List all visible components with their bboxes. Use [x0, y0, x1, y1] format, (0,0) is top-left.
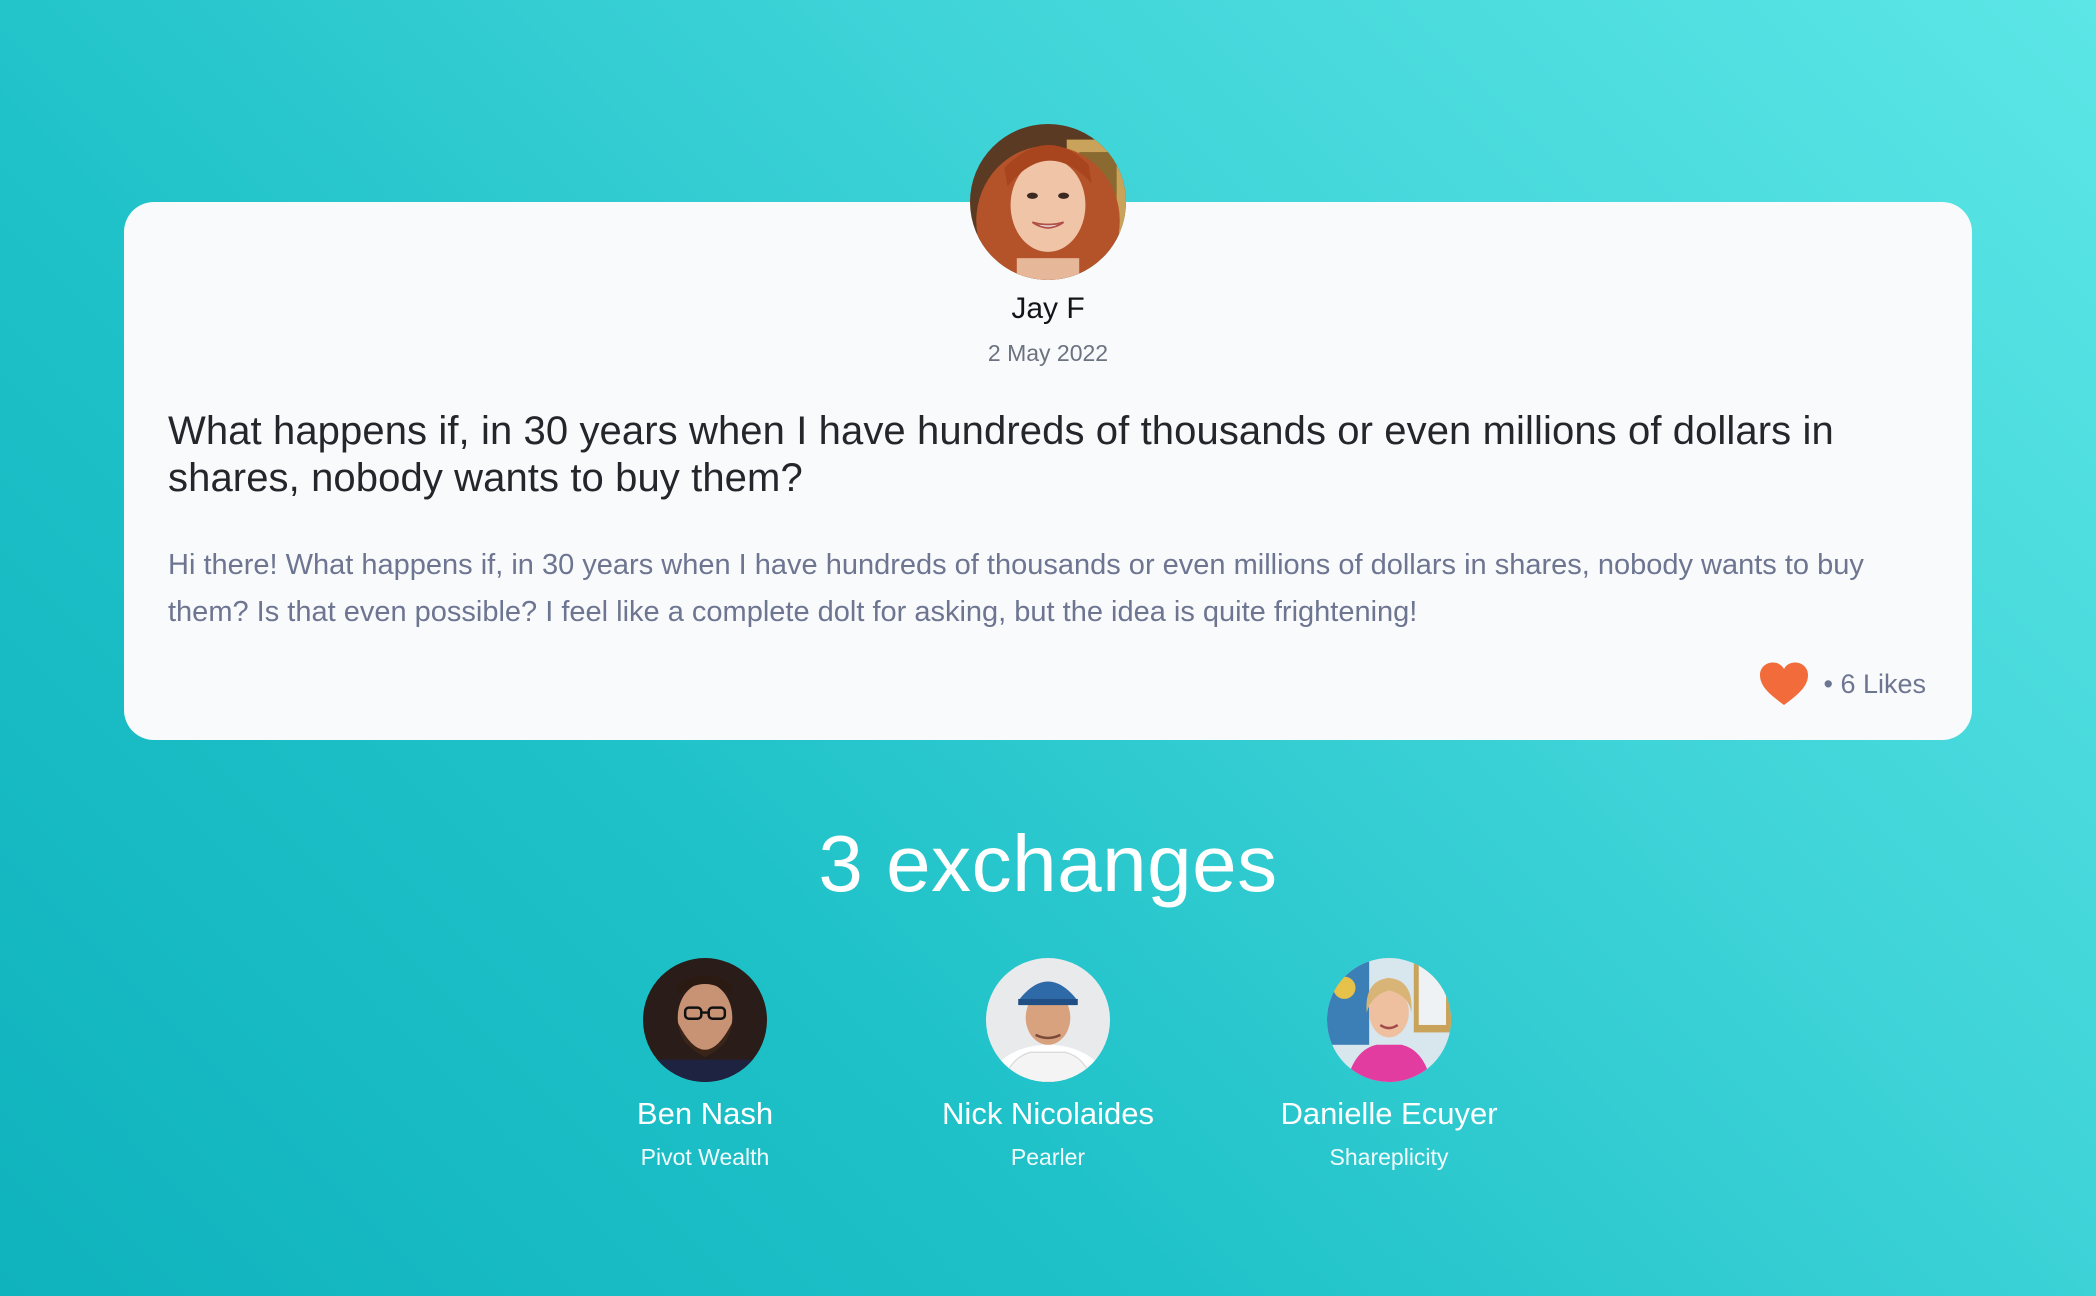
author-name[interactable]: Jay F — [0, 292, 2096, 326]
likes-row: • 6 Likes — [1759, 660, 1926, 708]
question-body: Hi there! What happens if, in 30 years w… — [168, 549, 1864, 628]
expert-avatar[interactable] — [1327, 958, 1451, 1082]
expert-name[interactable]: Ben Nash — [545, 1096, 865, 1132]
expert-company: Pearler — [1010, 1144, 1086, 1170]
expert-name[interactable]: Danielle Ecuyer — [1229, 1096, 1549, 1132]
expert-avatar[interactable] — [643, 958, 767, 1082]
author-avatar[interactable] — [970, 124, 1126, 280]
expert-card[interactable]: Danielle Ecuyer Shareplicity — [1229, 958, 1549, 1171]
expert-avatar[interactable] — [986, 958, 1110, 1082]
expert-card[interactable]: Nick Nicolaides Pearler — [888, 958, 1208, 1171]
question-title: What happens if, in 30 years when I have… — [168, 409, 1834, 500]
expert-name[interactable]: Nick Nicolaides — [888, 1096, 1208, 1132]
expert-company: Shareplicity — [1329, 1144, 1449, 1170]
likes-count: • 6 Likes — [1823, 668, 1926, 699]
exchanges-heading: 3 exchanges — [818, 819, 1278, 908]
expert-card[interactable]: Ben Nash Pivot Wealth — [545, 958, 865, 1171]
heart-icon[interactable] — [1759, 662, 1809, 706]
expert-company: Pivot Wealth — [640, 1144, 770, 1170]
post-date: 2 May 2022 — [987, 340, 1109, 366]
